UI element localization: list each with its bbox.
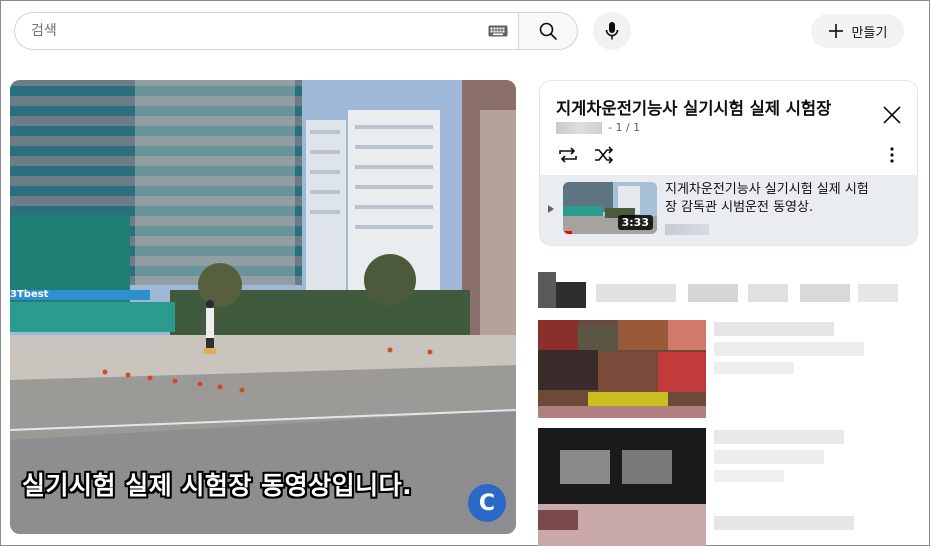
playlist-loop-button[interactable] xyxy=(556,145,580,165)
playlist-item-title[interactable]: 지게차운전기능사 실기시험 실제 시험장 감독관 시범운전 동영상. xyxy=(665,181,875,217)
playlist-shuffle-button[interactable] xyxy=(592,145,616,165)
mic-icon xyxy=(605,22,619,40)
playlist-panel: 지게차운전기능사 실기시험 실제 시험장 - 1 / 1 3:33 지게차운전기… xyxy=(539,80,918,246)
recommendations-blurred xyxy=(538,270,918,546)
playlist-position: - 1 / 1 xyxy=(608,121,641,134)
keyboard-icon[interactable] xyxy=(488,25,508,37)
playlist-item-thumbnail[interactable]: 3:33 xyxy=(563,182,657,234)
more-vert-icon xyxy=(890,147,894,163)
video-caption: 실기시험 실제 시험장 동영상입니다. xyxy=(22,471,413,500)
watched-progress-bar xyxy=(563,231,573,234)
create-button-label: 만들기 xyxy=(851,25,888,41)
playlist-title[interactable]: 지게차운전기능사 실기시험 실제 시험장 xyxy=(556,95,831,119)
now-playing-arrow-icon xyxy=(548,205,554,213)
search-input[interactable] xyxy=(31,23,488,39)
playlist-subtitle: - 1 / 1 xyxy=(556,121,640,134)
create-button[interactable]: 만들기 xyxy=(811,14,904,48)
search-bar xyxy=(14,12,578,50)
playlist-more-button[interactable] xyxy=(886,145,898,165)
blurred-recommendation-thumbnails xyxy=(538,272,898,546)
plus-icon xyxy=(828,24,843,38)
shuffle-icon xyxy=(595,146,614,164)
playlist-close-button[interactable] xyxy=(880,103,904,127)
channel-logo-letter: C xyxy=(478,490,496,516)
video-sign-text: 3Tbest xyxy=(10,289,49,300)
video-player[interactable]: 3Tbest 실기시험 실제 시험장 동영상입니다. C xyxy=(10,80,516,534)
voice-search-button[interactable] xyxy=(593,12,631,50)
search-icon xyxy=(539,22,557,40)
playlist-owner-blurred xyxy=(556,121,602,134)
playlist-item-channel-blurred xyxy=(665,224,709,235)
loop-icon xyxy=(559,147,577,163)
channel-watermark-logo[interactable]: C xyxy=(468,484,506,522)
search-button[interactable] xyxy=(518,12,578,50)
playlist-item-duration: 3:33 xyxy=(617,215,653,230)
close-icon xyxy=(883,106,901,124)
search-box xyxy=(14,12,518,50)
playlist-item-current[interactable]: 3:33 지게차운전기능사 실기시험 실제 시험장 감독관 시범운전 동영상. xyxy=(540,175,917,245)
